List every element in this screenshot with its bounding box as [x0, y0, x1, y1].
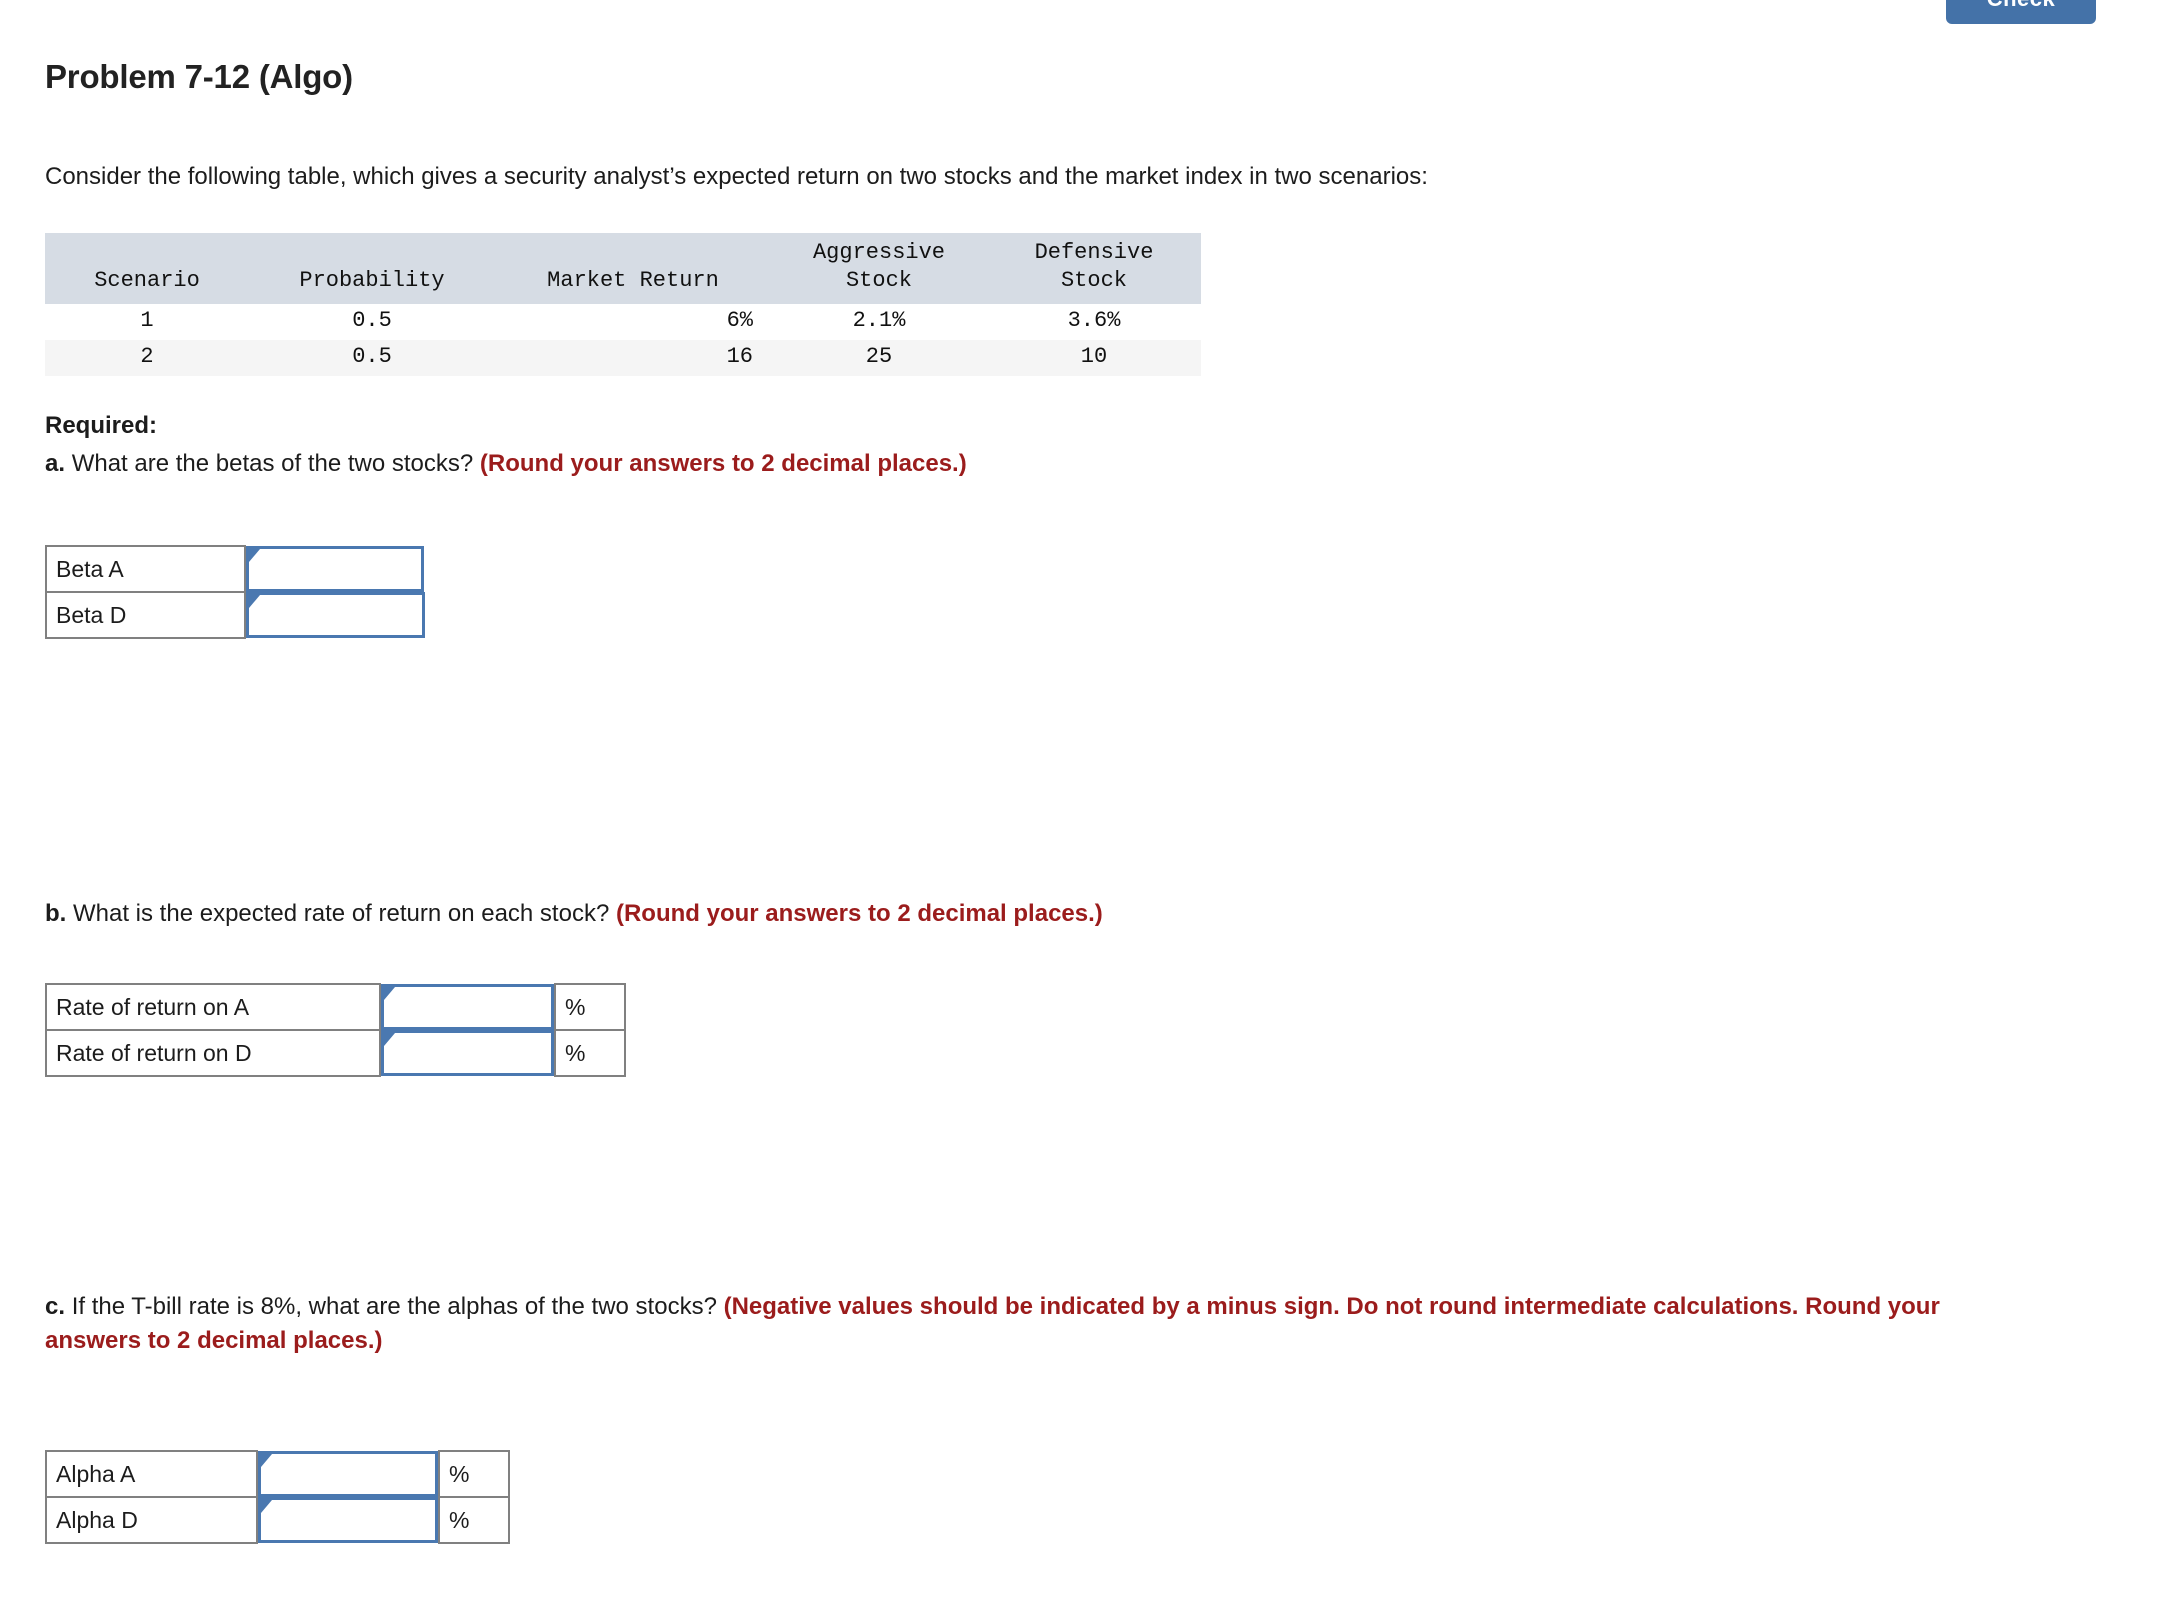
column-header-defensive-stock: Defensive Stock [987, 233, 1201, 305]
question-c-letter: c. [45, 1293, 66, 1320]
required-label: Required: [45, 412, 158, 439]
answer-input-cell-rate-a[interactable] [380, 984, 555, 1030]
unit-label-percent: % [438, 1450, 510, 1498]
column-header-probability-line1 [267, 239, 477, 267]
answer-input-cell-beta-a[interactable] [245, 546, 425, 592]
question-b-prompt: What is the expected rate of return on e… [73, 900, 610, 927]
question-a-prompt: What are the betas of the two stocks? [71, 450, 474, 477]
check-button[interactable]: Check [1946, 0, 2096, 24]
question-a-hint: (Round your answers to 2 decimal places.… [479, 450, 967, 477]
column-header-scenario: Scenario [45, 233, 249, 305]
answer-table-alphas: Alpha A % Alpha D % [45, 1450, 510, 1544]
question-b-text: b. What is the expected rate of return o… [45, 900, 1103, 928]
beta-d-input[interactable] [249, 595, 422, 635]
rate-of-return-a-input[interactable] [384, 987, 551, 1027]
column-header-market-return-line2: Market Return [547, 268, 719, 294]
cell-market-return: 16 [495, 339, 771, 376]
column-header-scenario-line1 [63, 239, 231, 267]
column-header-market-return-line1 [513, 239, 753, 267]
answer-input-cell-rate-d[interactable] [380, 1030, 555, 1076]
answer-label-alpha-a: Alpha A [45, 1450, 258, 1498]
answer-label-alpha-d: Alpha D [45, 1496, 258, 1544]
question-b-hint: (Round your answers to 2 decimal places.… [615, 900, 1103, 927]
answer-table-rates-of-return: Rate of return on A % Rate of return on … [45, 983, 626, 1077]
table-row: Rate of return on A % [45, 983, 626, 1031]
column-header-market-return: Market Return [495, 233, 771, 305]
answer-field-wrapper-alpha-a [258, 1451, 438, 1497]
column-header-aggressive-stock: Aggressive Stock [771, 233, 987, 305]
unit-label-percent: % [438, 1496, 510, 1544]
answer-field-wrapper-rate-d [381, 1030, 554, 1076]
alpha-a-input[interactable] [261, 1454, 435, 1494]
column-header-scenario-line2: Scenario [94, 268, 200, 294]
intro-paragraph: Consider the following table, which give… [45, 163, 1428, 190]
cell-scenario: 1 [45, 304, 249, 340]
question-a-text: a. What are the betas of the two stocks?… [45, 450, 967, 478]
answer-label-beta-d: Beta D [45, 591, 246, 639]
cell-scenario: 2 [45, 339, 249, 376]
unit-label-percent: % [554, 983, 626, 1031]
cell-aggressive-stock: 2.1% [771, 304, 987, 340]
question-c-prompt: If the T-bill rate is 8%, what are the a… [71, 1293, 717, 1320]
column-header-defensive-stock-line1: Defensive [1034, 240, 1154, 265]
answer-field-wrapper-alpha-d [258, 1497, 438, 1543]
answer-label-rate-a: Rate of return on A [45, 983, 381, 1031]
column-header-defensive-stock-line2: Stock [1060, 268, 1127, 294]
answer-label-beta-a: Beta A [45, 545, 246, 593]
table-row: Rate of return on D % [45, 1029, 626, 1077]
table-header-row: Scenario Probability Market Return Aggre… [45, 233, 1201, 305]
answer-field-wrapper-beta-d [246, 592, 425, 638]
question-c-text: c. If the T-bill rate is 8%, what are th… [45, 1290, 1975, 1358]
answer-input-cell-alpha-d[interactable] [257, 1497, 439, 1543]
alpha-d-input[interactable] [261, 1500, 435, 1540]
beta-a-input[interactable] [249, 549, 421, 589]
question-a-letter: a. [45, 450, 66, 477]
cell-probability: 0.5 [249, 339, 495, 376]
cell-market-return: 6% [495, 304, 771, 340]
question-b-letter: b. [45, 900, 67, 927]
cell-defensive-stock: 3.6% [987, 304, 1201, 340]
table-row: Beta A [45, 545, 425, 593]
answer-label-rate-d: Rate of return on D [45, 1029, 381, 1077]
answer-field-wrapper-rate-a [381, 984, 554, 1030]
cell-probability: 0.5 [249, 304, 495, 340]
table-row: Beta D [45, 591, 425, 639]
table-row: Alpha A % [45, 1450, 510, 1498]
rate-of-return-d-input[interactable] [384, 1033, 551, 1073]
cell-defensive-stock: 10 [987, 339, 1201, 376]
table-row: 2 0.5 16 25 10 [45, 339, 1201, 376]
column-header-probability-line2: Probability [299, 268, 445, 294]
cell-aggressive-stock: 25 [771, 339, 987, 376]
answer-field-wrapper-beta-a [246, 546, 424, 592]
column-header-aggressive-stock-line1: Aggressive [812, 240, 946, 265]
column-header-aggressive-stock-line2: Stock [845, 268, 912, 294]
unit-label-percent: % [554, 1029, 626, 1077]
answer-input-cell-beta-d[interactable] [245, 592, 425, 638]
page-title: Problem 7-12 (Algo) [45, 58, 353, 95]
answer-input-cell-alpha-a[interactable] [257, 1451, 439, 1497]
column-header-probability: Probability [249, 233, 495, 305]
answer-table-betas: Beta A Beta D [45, 545, 426, 639]
scenario-data-table: Scenario Probability Market Return Aggre… [45, 233, 1201, 376]
table-row: Alpha D % [45, 1496, 510, 1544]
table-row: 1 0.5 6% 2.1% 3.6% [45, 304, 1201, 340]
